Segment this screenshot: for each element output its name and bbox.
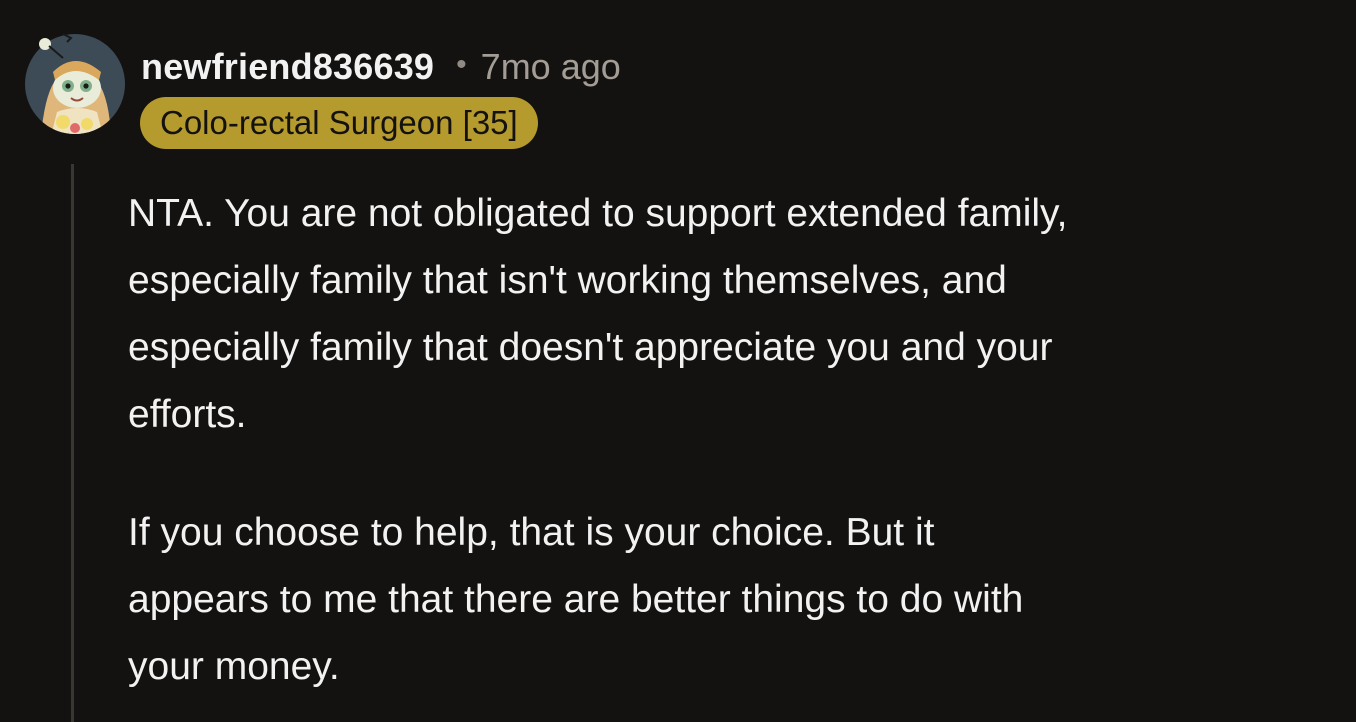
comment-paragraph: NTA. You are not obligated to support ex… xyxy=(128,180,1328,448)
comment-text-line: especially family that isn't working the… xyxy=(128,259,1007,302)
meta-separator: • xyxy=(456,48,467,81)
thread-line[interactable] xyxy=(71,164,74,722)
comment: newfriend836639 • 7mo ago Colo-rectal Su… xyxy=(0,0,1356,722)
comment-text-line: your money. xyxy=(128,645,340,688)
comment-text-line: efforts. xyxy=(128,393,247,436)
comment-body: NTA. You are not obligated to support ex… xyxy=(128,180,1328,722)
username-link[interactable]: newfriend836639 xyxy=(141,46,434,88)
comment-header: newfriend836639 • 7mo ago xyxy=(141,44,621,90)
user-flair-badge: Colo-rectal Surgeon [35] xyxy=(140,97,538,149)
comment-text-line: appears to me that there are better thin… xyxy=(128,578,1024,621)
snoo-avatar-icon xyxy=(25,33,125,134)
comment-paragraph: If you choose to help, that is your choi… xyxy=(128,499,1328,700)
avatar[interactable] xyxy=(23,32,127,136)
timestamp-link[interactable]: 7mo ago xyxy=(481,46,621,88)
comment-text-line: If you choose to help, that is your choi… xyxy=(128,511,935,554)
comment-text-line: NTA. You are not obligated to support ex… xyxy=(128,192,1068,235)
comment-text-line: especially family that doesn't appreciat… xyxy=(128,326,1053,369)
